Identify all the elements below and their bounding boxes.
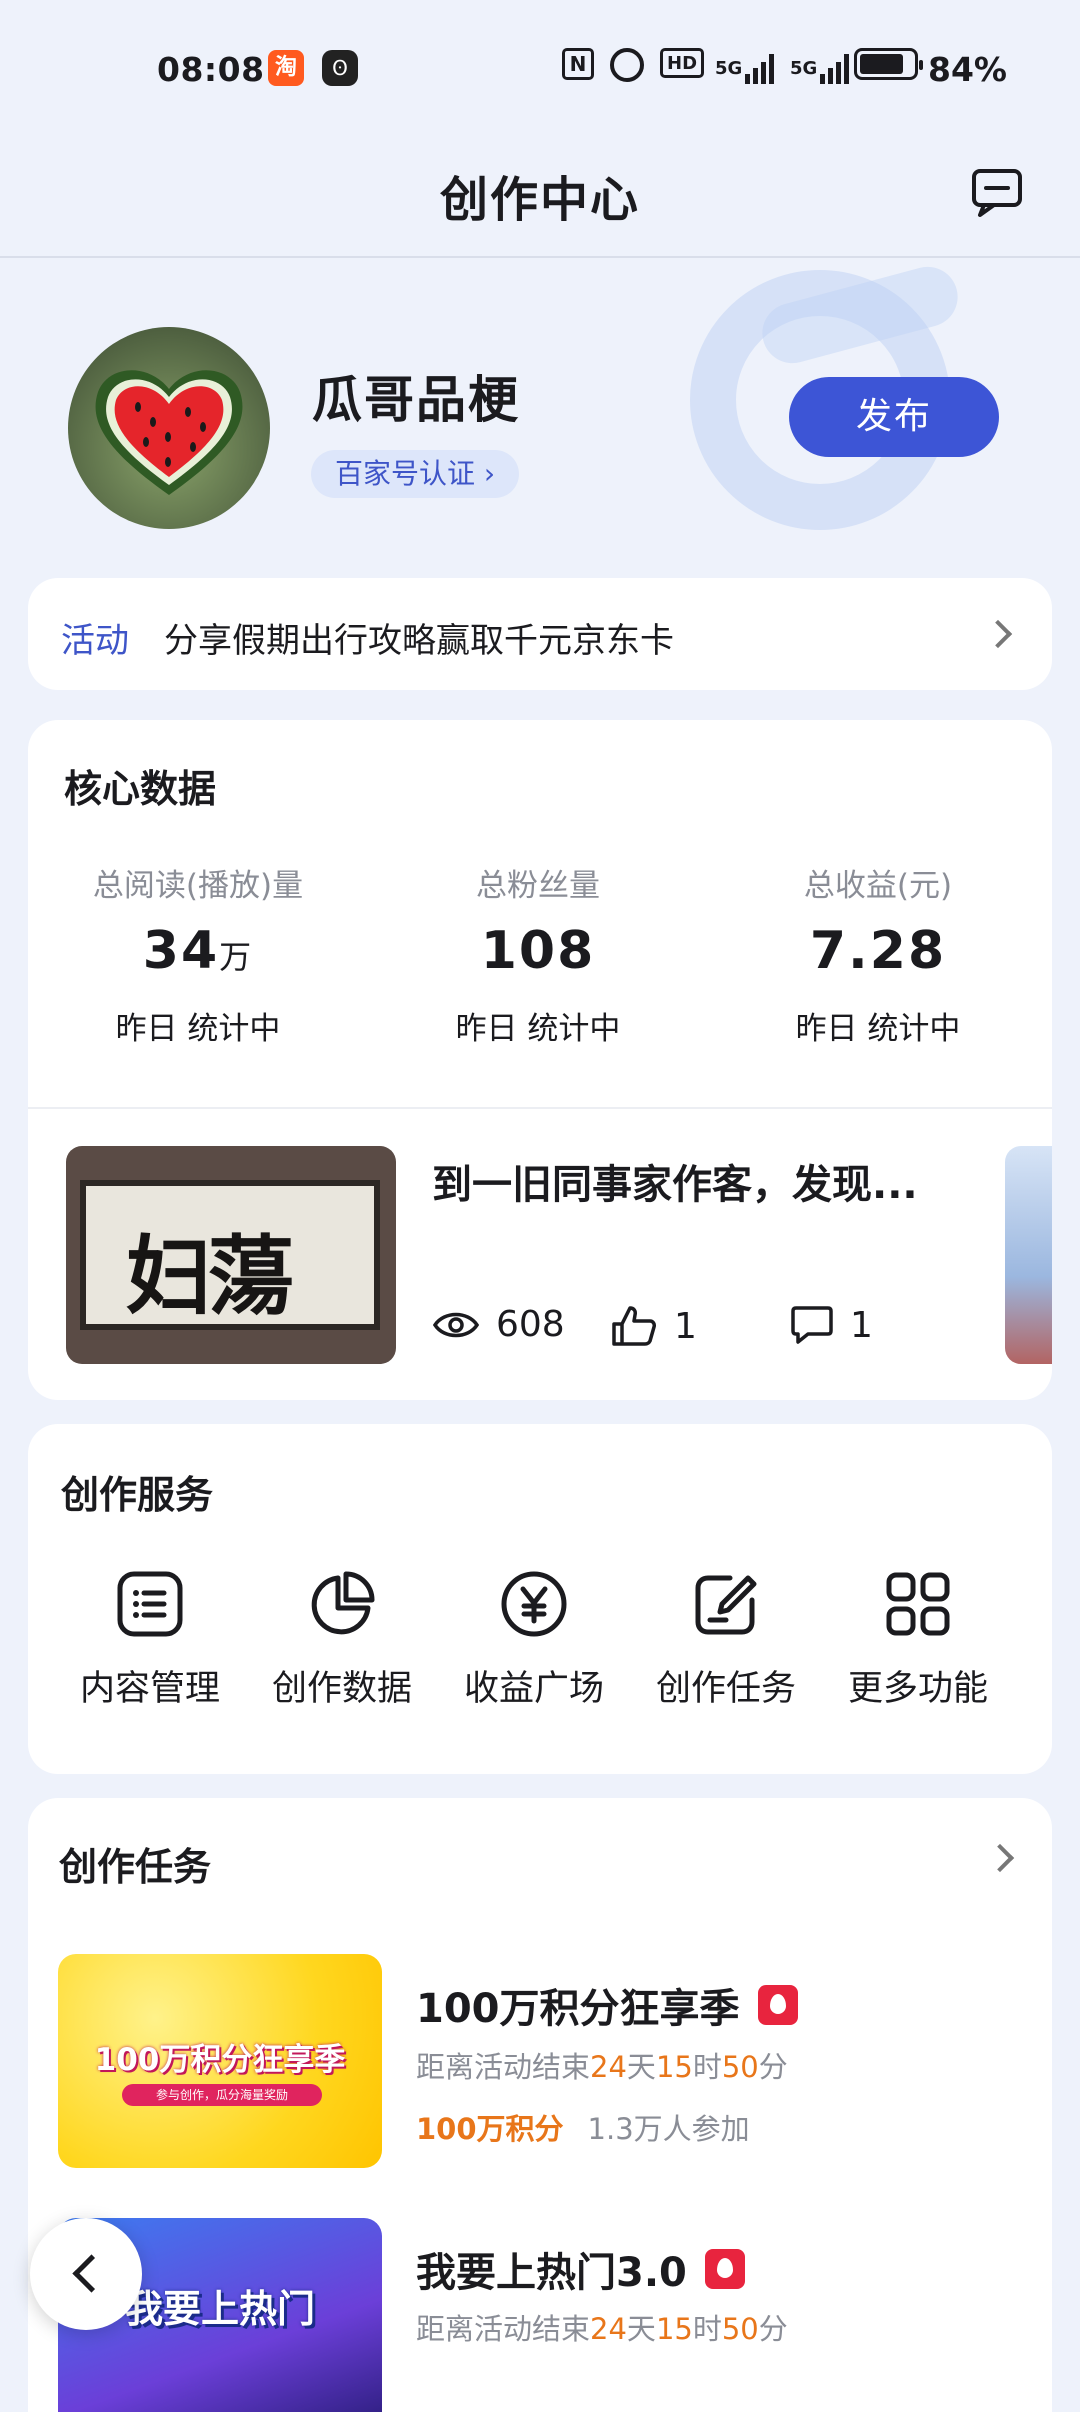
thumbs-up-icon bbox=[612, 1306, 656, 1346]
task-ribbon-text: 参与创作，瓜分海量奖励 bbox=[122, 2084, 322, 2106]
service-label: 创作任务 bbox=[655, 1669, 796, 1709]
signal-icon-2: 5G bbox=[790, 48, 850, 88]
alarm-icon bbox=[610, 48, 644, 82]
task-title[interactable]: 100万积分狂享季 bbox=[416, 1976, 798, 2034]
service-creation-data[interactable]: 创作数据 bbox=[247, 1570, 437, 1711]
task-points: 100万积分 bbox=[416, 2112, 564, 2146]
stat-total-fans[interactable]: 总粉丝量 108 昨日 统计中 bbox=[368, 860, 708, 1048]
activity-text: 分享假期出行攻略赢取千元京东卡 bbox=[164, 621, 674, 661]
task-image-points-season[interactable]: 100万积分狂享季 参与创作，瓜分海量奖励 bbox=[58, 1954, 382, 2168]
stat-total-reads[interactable]: 总阅读(播放)量 34万 昨日 统计中 bbox=[28, 860, 368, 1048]
nfc-icon: N bbox=[562, 48, 594, 80]
stat-value: 108 bbox=[480, 921, 596, 981]
taobao-notification-icon: 淘 bbox=[268, 50, 304, 86]
service-label: 收益广场 bbox=[463, 1669, 604, 1709]
service-label: 创作数据 bbox=[271, 1669, 412, 1709]
signal-icon-1: 5G bbox=[715, 48, 775, 88]
stat-value: 7.28 bbox=[809, 921, 947, 981]
grid-icon bbox=[886, 1572, 950, 1636]
back-button[interactable] bbox=[30, 2218, 142, 2330]
app-notification-icon: ʘ bbox=[322, 50, 358, 86]
core-data-card: 核心数据 总阅读(播放)量 34万 昨日 统计中 总粉丝量 108 昨日 统计中… bbox=[28, 720, 1052, 1400]
stat-sub: 昨日 统计中 bbox=[455, 1011, 621, 1047]
core-data-title: 核心数据 bbox=[64, 767, 217, 811]
list-icon bbox=[117, 1571, 183, 1637]
edit-icon bbox=[695, 1575, 757, 1635]
task-meta: 100万积分 1.3万人参加 bbox=[416, 2106, 750, 2148]
services-title: 创作服务 bbox=[61, 1473, 214, 1517]
activity-banner[interactable]: 活动 分享假期出行攻略赢取千元京东卡 bbox=[28, 578, 1052, 690]
next-article-thumbnail[interactable] bbox=[1005, 1146, 1052, 1364]
chevron-right-icon[interactable] bbox=[985, 1843, 1015, 1873]
hd-icon: HD bbox=[660, 48, 705, 78]
certification-badge[interactable]: 百家号认证 › bbox=[311, 450, 520, 498]
task-banner-text: 100万积分狂享季 bbox=[94, 2042, 346, 2078]
creation-tasks-card: 创作任务 100万积分狂享季 参与创作，瓜分海量奖励 100万积分狂享季 距离活… bbox=[28, 1798, 1052, 2412]
stat-label: 总粉丝量 bbox=[476, 868, 600, 904]
article-likes: 1 bbox=[610, 1304, 697, 1348]
service-more-features[interactable]: 更多功能 bbox=[823, 1570, 1013, 1711]
service-label: 内容管理 bbox=[79, 1669, 220, 1709]
service-creation-tasks[interactable]: 创作任务 bbox=[631, 1570, 821, 1711]
hot-icon bbox=[704, 2249, 745, 2289]
comment-icon bbox=[791, 1306, 833, 1344]
publish-button[interactable]: 发布 bbox=[789, 377, 999, 457]
hot-icon bbox=[757, 1985, 798, 2025]
tasks-title: 创作任务 bbox=[59, 1845, 212, 1889]
watermelon-heart-image bbox=[95, 370, 243, 495]
eye-icon bbox=[432, 1312, 480, 1337]
stat-total-income[interactable]: 总收益(元) 7.28 昨日 统计中 bbox=[708, 860, 1048, 1048]
article-thumbnail[interactable]: 妇蕩 bbox=[66, 1146, 396, 1364]
stat-label: 总阅读(播放)量 bbox=[92, 868, 304, 904]
chevron-right-icon bbox=[983, 619, 1013, 649]
article-views: 608 bbox=[432, 1304, 565, 1345]
status-time: 08:08 bbox=[157, 50, 265, 89]
message-icon[interactable] bbox=[970, 165, 1024, 219]
header: 创作中心 bbox=[0, 140, 1080, 258]
service-content-management[interactable]: 内容管理 bbox=[55, 1570, 245, 1711]
task-countdown: 距离活动结束24天15时50分 bbox=[416, 2312, 788, 2346]
calligraphy-text: 妇蕩 bbox=[126, 1226, 294, 1327]
stat-label: 总收益(元) bbox=[803, 868, 953, 904]
user-nickname: 瓜哥品梗 bbox=[312, 371, 520, 429]
battery-icon bbox=[854, 48, 923, 80]
service-income-plaza[interactable]: 收益广场 bbox=[439, 1570, 629, 1711]
service-label: 更多功能 bbox=[847, 1669, 988, 1709]
battery-percent: 84% bbox=[928, 50, 1007, 89]
yen-icon bbox=[501, 1571, 567, 1637]
task-countdown: 距离活动结束24天15时50分 bbox=[416, 2050, 788, 2084]
stat-sub: 昨日 统计中 bbox=[115, 1011, 281, 1047]
stat-sub: 昨日 统计中 bbox=[795, 1011, 961, 1047]
creation-services-card: 创作服务 内容管理 创作数据 收益广场 创作任务 更多功能 bbox=[28, 1424, 1052, 1774]
task-participants: 1.3万人参加 bbox=[587, 2112, 750, 2146]
pie-chart-icon bbox=[311, 1571, 375, 1635]
activity-tag: 活动 bbox=[61, 621, 129, 661]
task-title[interactable]: 我要上热门3.0 bbox=[416, 2240, 745, 2298]
avatar[interactable] bbox=[68, 327, 270, 529]
stat-value: 34万 bbox=[142, 921, 254, 981]
divider bbox=[28, 1107, 1052, 1109]
page-title: 创作中心 bbox=[439, 172, 640, 228]
status-bar: 08:08 淘 ʘ N HD 5G 5G 84% bbox=[0, 0, 1080, 140]
article-comments: 1 bbox=[790, 1304, 873, 1346]
article-title[interactable]: 到一旧同事家作客，发现... bbox=[432, 1152, 952, 1210]
